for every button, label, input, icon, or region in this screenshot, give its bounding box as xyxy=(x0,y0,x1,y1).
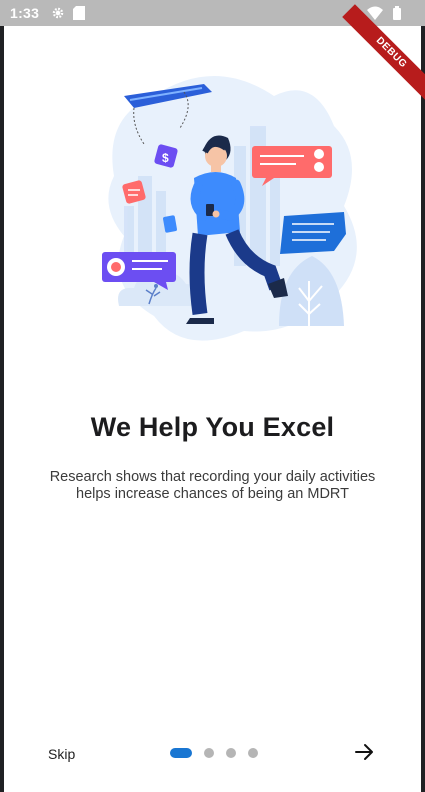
status-time: 1:33 xyxy=(10,5,40,21)
page-indicator xyxy=(170,748,258,758)
subtitle-line-1: Research shows that recording your daily… xyxy=(49,469,376,485)
onboarding-illustration: $ xyxy=(102,76,357,341)
onboarding-screen: DEBUG $ We Help You Excel Research shows… xyxy=(4,4,425,792)
status-icons-left xyxy=(51,6,86,20)
battery-icon xyxy=(393,6,401,20)
next-button[interactable] xyxy=(352,740,376,764)
onboarding-navigation: Skip xyxy=(4,736,421,772)
page-dot-2[interactable] xyxy=(204,748,214,758)
status-icons-right xyxy=(367,6,401,20)
device-frame: 1:33 DEBUG $ We Help You Excel Research … xyxy=(0,0,425,792)
arrow-right-icon xyxy=(355,744,373,760)
sd-card-icon xyxy=(73,6,86,20)
subtitle-line-2: helps increase chances of being an MDRT xyxy=(76,486,349,502)
onboarding-title: We Help You Excel xyxy=(90,412,335,442)
page-dot-4[interactable] xyxy=(248,748,258,758)
page-dot-3[interactable] xyxy=(226,748,236,758)
onboarding-subtitle: Research shows that recording your daily… xyxy=(24,469,401,503)
settings-icon xyxy=(52,7,64,19)
svg-text:$: $ xyxy=(162,151,169,165)
page-dot-1[interactable] xyxy=(170,748,192,758)
skip-button[interactable]: Skip xyxy=(42,742,81,766)
